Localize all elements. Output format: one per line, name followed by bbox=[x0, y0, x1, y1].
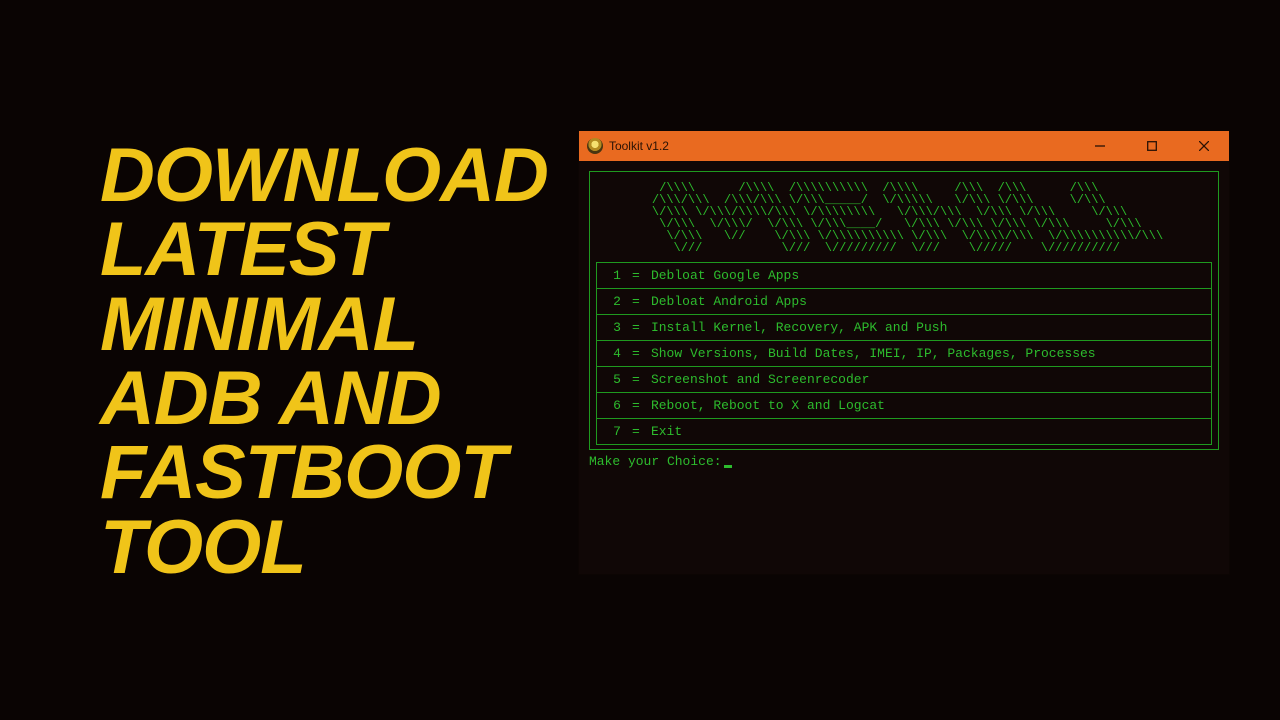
menu-number: 3 bbox=[607, 320, 621, 335]
menu-item-2[interactable]: 2=Debloat Android Apps bbox=[596, 288, 1212, 314]
menu-number: 5 bbox=[607, 372, 621, 387]
close-button[interactable] bbox=[1181, 131, 1227, 161]
menu-list: 1=Debloat Google Apps 2=Debloat Android … bbox=[596, 262, 1212, 445]
menu-number: 1 bbox=[607, 268, 621, 283]
terminal-window: Toolkit v1.2 /\\\\ /\\\\ /\\\\\\\\\\ /\\… bbox=[578, 130, 1230, 575]
menu-label: Screenshot and Screenrecoder bbox=[651, 372, 1201, 387]
menu-item-3[interactable]: 3=Install Kernel, Recovery, APK and Push bbox=[596, 314, 1212, 340]
maximize-button[interactable] bbox=[1129, 131, 1175, 161]
menu-item-5[interactable]: 5=Screenshot and Screenrecoder bbox=[596, 366, 1212, 392]
menu-number: 7 bbox=[607, 424, 621, 439]
terminal-body[interactable]: /\\\\ /\\\\ /\\\\\\\\\\ /\\\\ /\\\ /\\\ … bbox=[579, 161, 1229, 574]
menu-label: Exit bbox=[651, 424, 1201, 439]
menu-frame: /\\\\ /\\\\ /\\\\\\\\\\ /\\\\ /\\\ /\\\ … bbox=[589, 171, 1219, 450]
menu-item-7[interactable]: 7=Exit bbox=[596, 418, 1212, 445]
menu-item-6[interactable]: 6=Reboot, Reboot to X and Logcat bbox=[596, 392, 1212, 418]
window-title: Toolkit v1.2 bbox=[609, 139, 669, 153]
menu-label: Reboot, Reboot to X and Logcat bbox=[651, 398, 1201, 413]
prompt-line[interactable]: Make your Choice: bbox=[589, 450, 1219, 469]
menu-label: Debloat Google Apps bbox=[651, 268, 1201, 283]
prompt-text: Make your Choice: bbox=[589, 454, 722, 469]
menu-item-4[interactable]: 4=Show Versions, Build Dates, IMEI, IP, … bbox=[596, 340, 1212, 366]
menu-ascii-banner: /\\\\ /\\\\ /\\\\\\\\\\ /\\\\ /\\\ /\\\ … bbox=[645, 178, 1163, 262]
minimize-button[interactable] bbox=[1077, 131, 1123, 161]
menu-item-1[interactable]: 1=Debloat Google Apps bbox=[596, 262, 1212, 288]
menu-number: 4 bbox=[607, 346, 621, 361]
menu-number: 6 bbox=[607, 398, 621, 413]
menu-number: 2 bbox=[607, 294, 621, 309]
menu-label: Show Versions, Build Dates, IMEI, IP, Pa… bbox=[651, 346, 1201, 361]
menu-label: Debloat Android Apps bbox=[651, 294, 1201, 309]
menu-label: Install Kernel, Recovery, APK and Push bbox=[651, 320, 1201, 335]
window-titlebar[interactable]: Toolkit v1.2 bbox=[579, 131, 1229, 161]
app-icon bbox=[587, 138, 603, 154]
headline-text: DOWNLOAD LATEST MINIMAL ADB AND FASTBOOT… bbox=[100, 135, 548, 586]
cursor-icon bbox=[724, 465, 732, 468]
